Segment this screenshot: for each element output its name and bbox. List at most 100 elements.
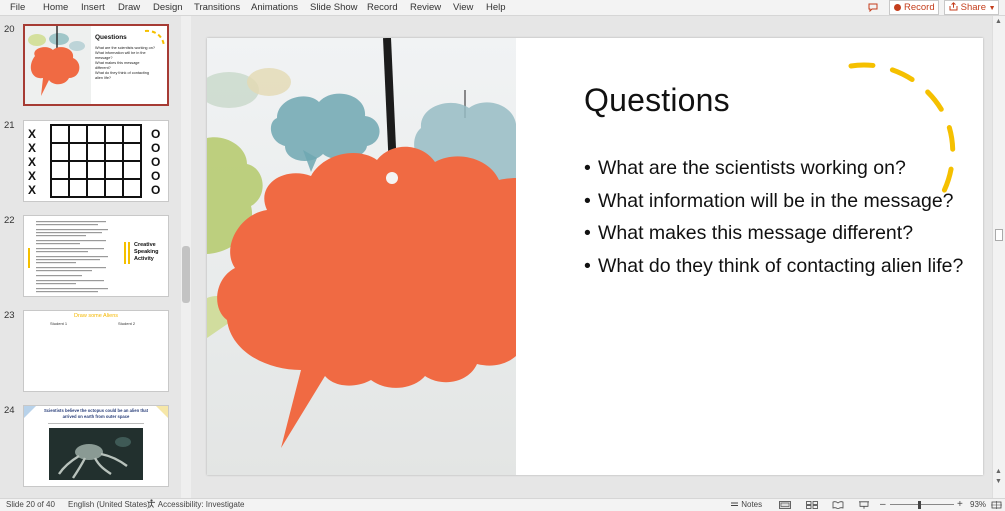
zoom-level[interactable]: 93% <box>970 499 986 511</box>
menu-transitions[interactable]: Transitions <box>194 0 240 15</box>
thumbnail-byline-line <box>48 423 144 424</box>
notes-label: Notes <box>741 500 763 509</box>
menu-home[interactable]: Home <box>43 0 68 15</box>
thumbnail-grid <box>50 124 142 198</box>
thumbnail-o-column: O O O O O <box>151 127 160 197</box>
slide-title[interactable]: Questions <box>584 82 730 119</box>
speech-bubble-illustration <box>207 38 516 449</box>
thumbnail-yellow-bars <box>124 242 130 264</box>
notes-button[interactable]: Notes <box>730 499 762 511</box>
accessibility-checker[interactable]: Accessibility: Investigate <box>147 499 244 511</box>
slide-bullet: What makes this message different? <box>584 221 969 246</box>
accessibility-label: Accessibility: Investigate <box>157 500 245 509</box>
chevron-down-icon: ▼ <box>988 5 996 12</box>
current-slide[interactable]: Questions What are the scientists workin… <box>207 38 983 475</box>
thumbnail-slide-24[interactable]: Scientists believe the octopus could be … <box>23 405 169 487</box>
x-mark: X <box>28 169 37 183</box>
accessibility-icon <box>148 499 155 508</box>
zoom-in-button[interactable]: + <box>957 499 963 511</box>
record-dot-icon <box>894 4 901 11</box>
thumbnail-corner-shape <box>24 406 36 418</box>
normal-view-icon[interactable] <box>779 501 791 509</box>
thumbnail-bullet: What do they think of contacting alien l… <box>95 71 150 80</box>
editor-scrollbar[interactable]: ▲ ▲ ▼ <box>992 16 1005 498</box>
menu-slide-show[interactable]: Slide Show <box>310 0 358 15</box>
thumbnail-corner-shape <box>156 406 168 418</box>
o-mark: O <box>151 155 161 169</box>
thumbnail-title: Draw some Aliens <box>73 313 119 319</box>
thumbnail-x-column: X X X X X <box>28 127 36 197</box>
comments-button[interactable] <box>862 0 884 15</box>
scroll-up-icon[interactable]: ▲ <box>995 18 1002 25</box>
zoom-out-button[interactable]: – <box>880 499 886 511</box>
slide-sorter-icon[interactable] <box>806 501 818 509</box>
thumbnail-octopus-photo <box>49 428 143 480</box>
slideshow-icon[interactable] <box>858 501 870 509</box>
x-mark: X <box>28 127 37 141</box>
thumbnail-student-2: Student 2 <box>118 321 136 326</box>
thumbnail-bullet: What makes this message different? <box>95 61 140 70</box>
comment-icon <box>868 3 878 13</box>
thumbnail-title: Scientists believe the octopus could be … <box>44 408 149 419</box>
menu-view[interactable]: View <box>453 0 473 15</box>
notes-icon <box>731 502 738 506</box>
ribbon-menu-bar: File Home Insert Draw Design Transitions… <box>0 0 1005 16</box>
thumbnail-slide-21[interactable]: X X X X X O O O O O <box>23 120 169 202</box>
fit-slide-icon[interactable] <box>991 501 1002 509</box>
o-mark: O <box>151 169 161 183</box>
o-mark: O <box>151 183 161 197</box>
language-indicator[interactable]: English (United States) <box>68 499 150 511</box>
next-slide-icon[interactable]: ▼ <box>995 478 1002 485</box>
share-label: Share <box>960 2 986 13</box>
o-mark: O <box>151 127 161 141</box>
zoom-slider-knob[interactable] <box>918 501 921 509</box>
thumbnail-slide-20[interactable]: Questions What are the scientists workin… <box>23 24 169 106</box>
zoom-slider[interactable] <box>890 504 954 505</box>
status-bar: Slide 20 of 40 English (United States) A… <box>0 498 1005 511</box>
thumbnail-student-1: Student 1 <box>50 321 68 326</box>
menu-insert[interactable]: Insert <box>81 0 105 15</box>
x-mark: X <box>28 155 37 169</box>
thumbnail-dash-decoration <box>144 29 165 47</box>
menu-record[interactable]: Record <box>367 0 398 15</box>
menu-help[interactable]: Help <box>486 0 506 15</box>
thumbnail-slide-23[interactable]: Draw some Aliens Student 1 Student 2 <box>23 310 169 392</box>
thumbnail-title-line: Speaking <box>134 249 159 255</box>
previous-slide-icon[interactable]: ▲ <box>995 468 1002 475</box>
slide-bullet: What do they think of contacting alien l… <box>584 254 969 279</box>
menu-file[interactable]: File <box>10 0 25 15</box>
speech-bubble-image <box>207 38 516 475</box>
thumbnail-title: Creative Speaking Activity <box>134 242 158 263</box>
slide-counter: Slide 20 of 40 <box>6 500 55 509</box>
reading-view-icon[interactable] <box>832 501 844 509</box>
thumbnail-number: 21 <box>4 120 15 131</box>
record-label: Record <box>904 2 935 13</box>
menu-review[interactable]: Review <box>410 0 441 15</box>
thumbnail-number: 20 <box>4 24 15 35</box>
thumbnail-scrollbar-thumb[interactable] <box>182 246 190 303</box>
editor-scrollbar-thumb[interactable] <box>995 229 1003 241</box>
share-button[interactable]: Share ▼ <box>944 0 999 15</box>
thumbnail-bubble-image <box>25 26 91 104</box>
slide-thumbnail-pane: 20 Questions What are the scientists wor… <box>0 16 193 498</box>
menu-design[interactable]: Design <box>153 0 183 15</box>
thumbnail-number: 22 <box>4 215 15 226</box>
thumbnail-title: Questions <box>95 34 127 41</box>
thumbnail-slide-22[interactable]: Creative Speaking Activity <box>23 215 169 297</box>
x-mark: X <box>28 141 37 155</box>
slide-editor: Questions What are the scientists workin… <box>193 16 992 498</box>
menu-animations[interactable]: Animations <box>251 0 298 15</box>
x-mark: X <box>28 183 37 197</box>
thumbnail-title-line: Activity <box>134 256 154 262</box>
thumbnail-text-lines <box>28 221 108 293</box>
powerpoint-window: File Home Insert Draw Design Transitions… <box>0 0 1005 511</box>
share-icon <box>949 2 958 11</box>
o-mark: O <box>151 141 161 155</box>
thumbnail-number: 23 <box>4 310 15 321</box>
thumbnail-scrollbar[interactable] <box>181 16 191 498</box>
menu-draw[interactable]: Draw <box>118 0 140 15</box>
record-button[interactable]: Record <box>889 0 939 15</box>
thumbnail-title-line: Creative <box>134 242 156 248</box>
dashed-arc-decoration <box>848 62 956 209</box>
thumbnail-number: 24 <box>4 405 15 416</box>
